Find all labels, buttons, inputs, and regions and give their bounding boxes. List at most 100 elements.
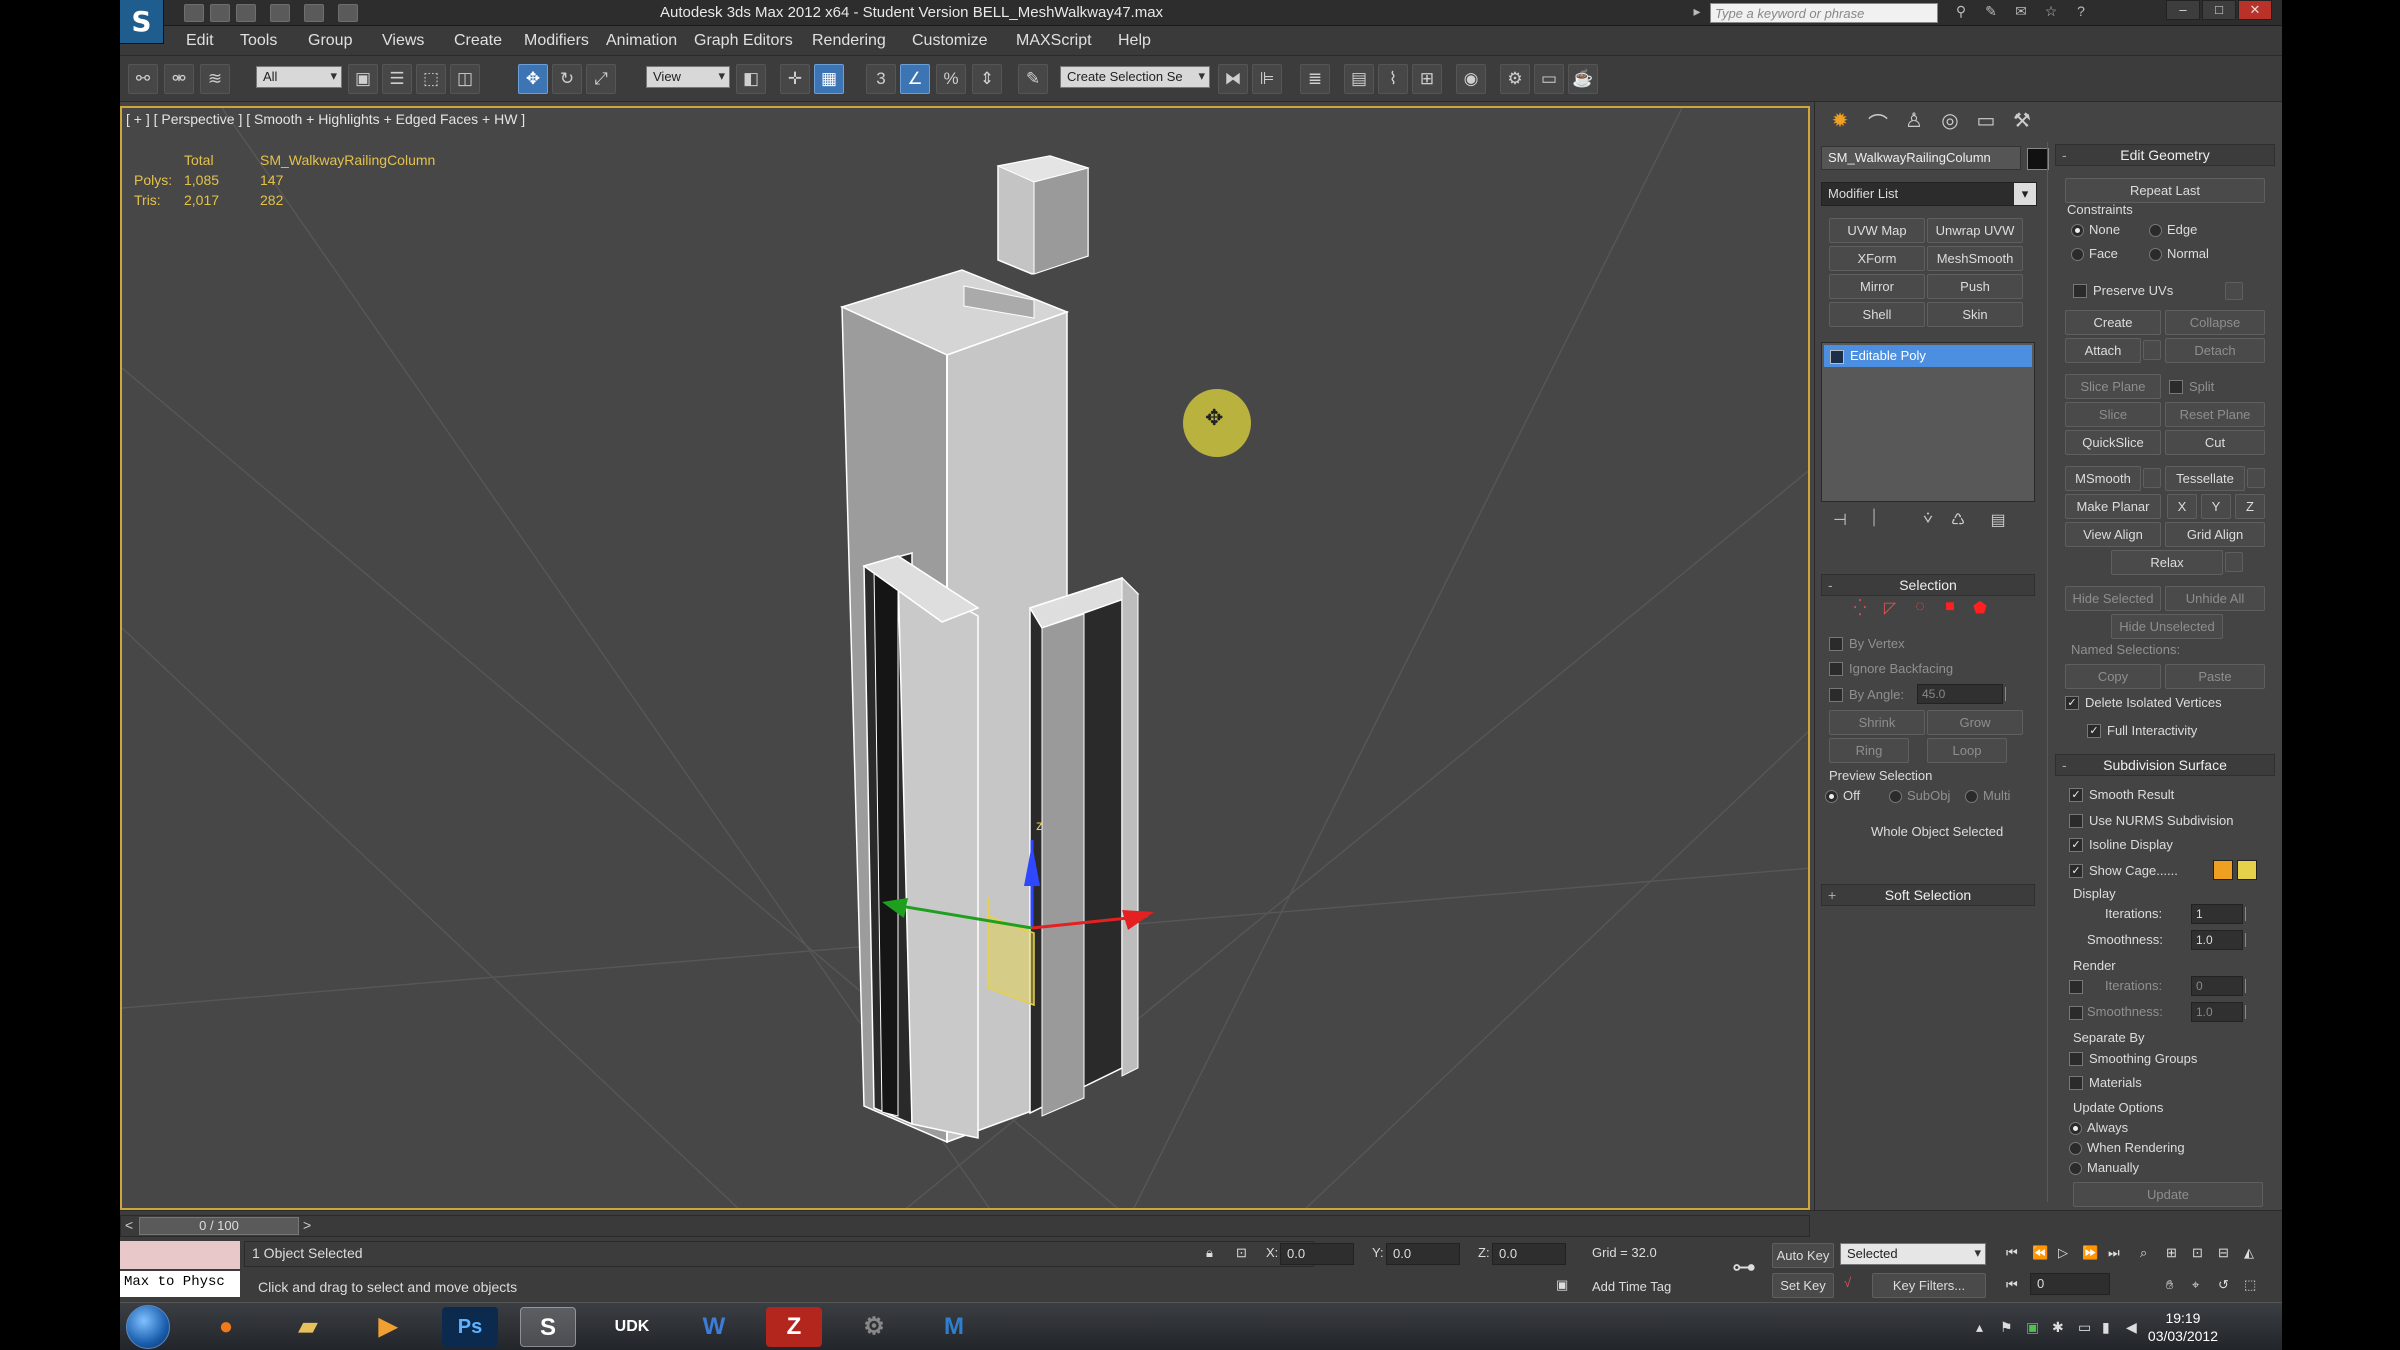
create-button[interactable]: Create (2065, 310, 2161, 335)
key-icon[interactable]: ⊶ (1732, 1253, 1756, 1282)
key-mode-toggle-icon[interactable]: ⏮ (2006, 1277, 2018, 1293)
goto-end-icon[interactable]: ⏭ (2108, 1245, 2120, 1261)
preserve-uvs-checkbox[interactable] (2073, 284, 2087, 298)
word-icon[interactable]: W (686, 1307, 742, 1347)
reference-coordinate-dropdown[interactable]: View (646, 66, 730, 88)
new-file-icon[interactable] (184, 4, 204, 22)
rectangular-selection-icon[interactable]: ⬚ (416, 64, 446, 94)
unwrap-uvw-button[interactable]: Unwrap UVW (1927, 218, 2023, 243)
rendered-frame-icon[interactable]: ▭ (1534, 64, 1564, 94)
utilities-tab-icon[interactable]: ⚒ (2007, 108, 2037, 136)
make-unique-icon[interactable]: ⩒ (1913, 510, 1943, 538)
communication-icon[interactable]: ✉ (2010, 3, 2032, 23)
hide-unselected-button[interactable]: Hide Unselected (2111, 614, 2223, 639)
zoom-extents-all-icon[interactable]: ⊟ (2218, 1245, 2229, 1261)
shell-button[interactable]: Shell (1829, 302, 1925, 327)
copy-button[interactable]: Copy (2065, 664, 2161, 689)
update-manually-radio[interactable] (2069, 1162, 2082, 1175)
help-icon[interactable]: ? (2070, 3, 2092, 23)
next-frame-icon[interactable]: ⏩ (2082, 1245, 2098, 1261)
xform-button[interactable]: XForm (1829, 246, 1925, 271)
preview-off-radio[interactable] (1825, 790, 1838, 803)
tray-expand-icon[interactable]: ▴ (1976, 1319, 1983, 1336)
ignore-backfacing-checkbox[interactable] (1829, 662, 1843, 676)
select-and-move-icon[interactable]: ✥ (518, 64, 548, 94)
graphite-ribbon-icon[interactable]: ▤ (1344, 64, 1374, 94)
smoothing-groups-checkbox[interactable] (2069, 1052, 2083, 1066)
previous-frame-icon[interactable]: ⏪ (2032, 1245, 2048, 1261)
grow-button[interactable]: Grow (1927, 710, 2023, 735)
subdivision-surface-rollout-header[interactable]: - Subdivision Surface (2055, 754, 2275, 776)
by-vertex-checkbox[interactable] (1829, 637, 1843, 651)
selection-filter-dropdown[interactable]: All (256, 66, 342, 88)
tessellate-settings-icon[interactable] (2247, 468, 2265, 488)
menu-modifiers[interactable]: Modifiers (524, 32, 589, 50)
soft-selection-rollout-header[interactable]: + Soft Selection (1821, 884, 2035, 906)
minimize-button[interactable]: – (2166, 0, 2200, 20)
paste-button[interactable]: Paste (2165, 664, 2265, 689)
window-crossing-icon[interactable]: ◫ (450, 64, 480, 94)
undo-icon[interactable] (270, 4, 290, 22)
polygon-mode-icon[interactable]: ■ (1935, 598, 1965, 626)
zoom-extents-icon[interactable]: ⊡ (2192, 1245, 2203, 1261)
edge-mode-icon[interactable]: ◸ (1875, 598, 1905, 626)
angle-snap-icon[interactable]: ∠ (900, 64, 930, 94)
menu-animation[interactable]: Animation (606, 32, 677, 50)
pivot-center-icon[interactable]: ◧ (736, 64, 766, 94)
selection-rollout-header[interactable]: - Selection (1821, 574, 2035, 596)
stack-item-editable-poly[interactable]: Editable Poly (1824, 345, 2032, 367)
edit-geometry-rollout-header[interactable]: - Edit Geometry (2055, 144, 2275, 166)
select-and-scale-icon[interactable]: ⤢ (586, 64, 616, 94)
3dsmax-icon[interactable]: S (520, 1307, 576, 1347)
slice-button[interactable]: Slice (2065, 402, 2161, 427)
uvw-map-button[interactable]: UVW Map (1829, 218, 1925, 243)
railing-column-model[interactable] (839, 155, 1140, 1144)
skin-button[interactable]: Skin (1927, 302, 2023, 327)
link-icon[interactable]: ⚯ (128, 64, 158, 94)
show-end-result-icon[interactable]: ⏐ (1859, 510, 1889, 538)
tessellate-button[interactable]: Tessellate (2165, 466, 2245, 491)
add-time-tag-button[interactable]: Add Time Tag (1592, 1279, 1671, 1294)
constraint-normal-radio[interactable] (2149, 248, 2162, 261)
zoom-icon[interactable]: ⌕ (2140, 1245, 2147, 1261)
menu-maxscript[interactable]: MAXScript (1016, 32, 1092, 50)
keyboard-shortcut-override-icon[interactable]: ▦ (814, 64, 844, 94)
element-mode-icon[interactable]: ⬟ (1965, 598, 1995, 626)
filezilla-icon[interactable]: Z (766, 1307, 822, 1347)
orbit-icon[interactable]: ↺ (2218, 1277, 2229, 1293)
time-slider[interactable]: < 0 / 100 > (120, 1215, 1810, 1237)
media-player-icon[interactable]: ▶ (360, 1307, 416, 1347)
menu-rendering[interactable]: Rendering (812, 32, 886, 50)
favorites-star-icon[interactable]: ☆ (2040, 3, 2062, 23)
create-tab-icon[interactable]: ✹ (1825, 108, 1855, 136)
menu-customize[interactable]: Customize (912, 32, 988, 50)
x-coordinate-field[interactable]: 0.0 (1280, 1243, 1354, 1265)
redo-icon[interactable] (304, 4, 324, 22)
key-mode-dropdown[interactable]: Selected (1840, 1243, 1986, 1265)
configure-sets-icon[interactable]: ▤ (1983, 510, 2013, 538)
lock-selection-icon[interactable]: 🔒︎ (1206, 1245, 1213, 1261)
modifier-list-dropdown[interactable]: Modifier List ▾ (1821, 182, 2037, 206)
listener-input[interactable]: Max to Physc (120, 1271, 240, 1297)
goto-start-icon[interactable]: ⏮ (2006, 1245, 2018, 1261)
curve-editor-icon[interactable]: ⌇ (1378, 64, 1408, 94)
cage-color-swatch[interactable] (2213, 860, 2233, 880)
motion-tab-icon[interactable]: ◎ (1935, 108, 1965, 136)
layer-manager-icon[interactable]: ≣ (1300, 64, 1330, 94)
display-tab-icon[interactable]: ▭ (1971, 108, 2001, 136)
planar-y-button[interactable]: Y (2201, 494, 2231, 519)
pin-stack-icon[interactable]: ⊣ (1825, 510, 1855, 538)
constraint-face-radio[interactable] (2071, 248, 2084, 261)
constraint-none-radio[interactable] (2071, 224, 2084, 237)
manipulate-icon[interactable]: ✛ (780, 64, 810, 94)
udk-icon[interactable]: UDK (604, 1307, 660, 1347)
loop-button[interactable]: Loop (1927, 738, 2007, 763)
steam-icon[interactable]: ⚙ (846, 1307, 902, 1347)
render-iterations-checkbox[interactable] (2069, 980, 2083, 994)
display-smoothness-spinner[interactable]: 1.0 (2191, 930, 2246, 950)
subscription-icon[interactable]: ✎ (1980, 3, 2002, 23)
menu-help[interactable]: Help (1118, 32, 1151, 50)
msmooth-button[interactable]: MSmooth (2065, 466, 2141, 491)
walk-through-icon[interactable]: ⌖ (2192, 1277, 2199, 1293)
y-coordinate-field[interactable]: 0.0 (1386, 1243, 1460, 1265)
